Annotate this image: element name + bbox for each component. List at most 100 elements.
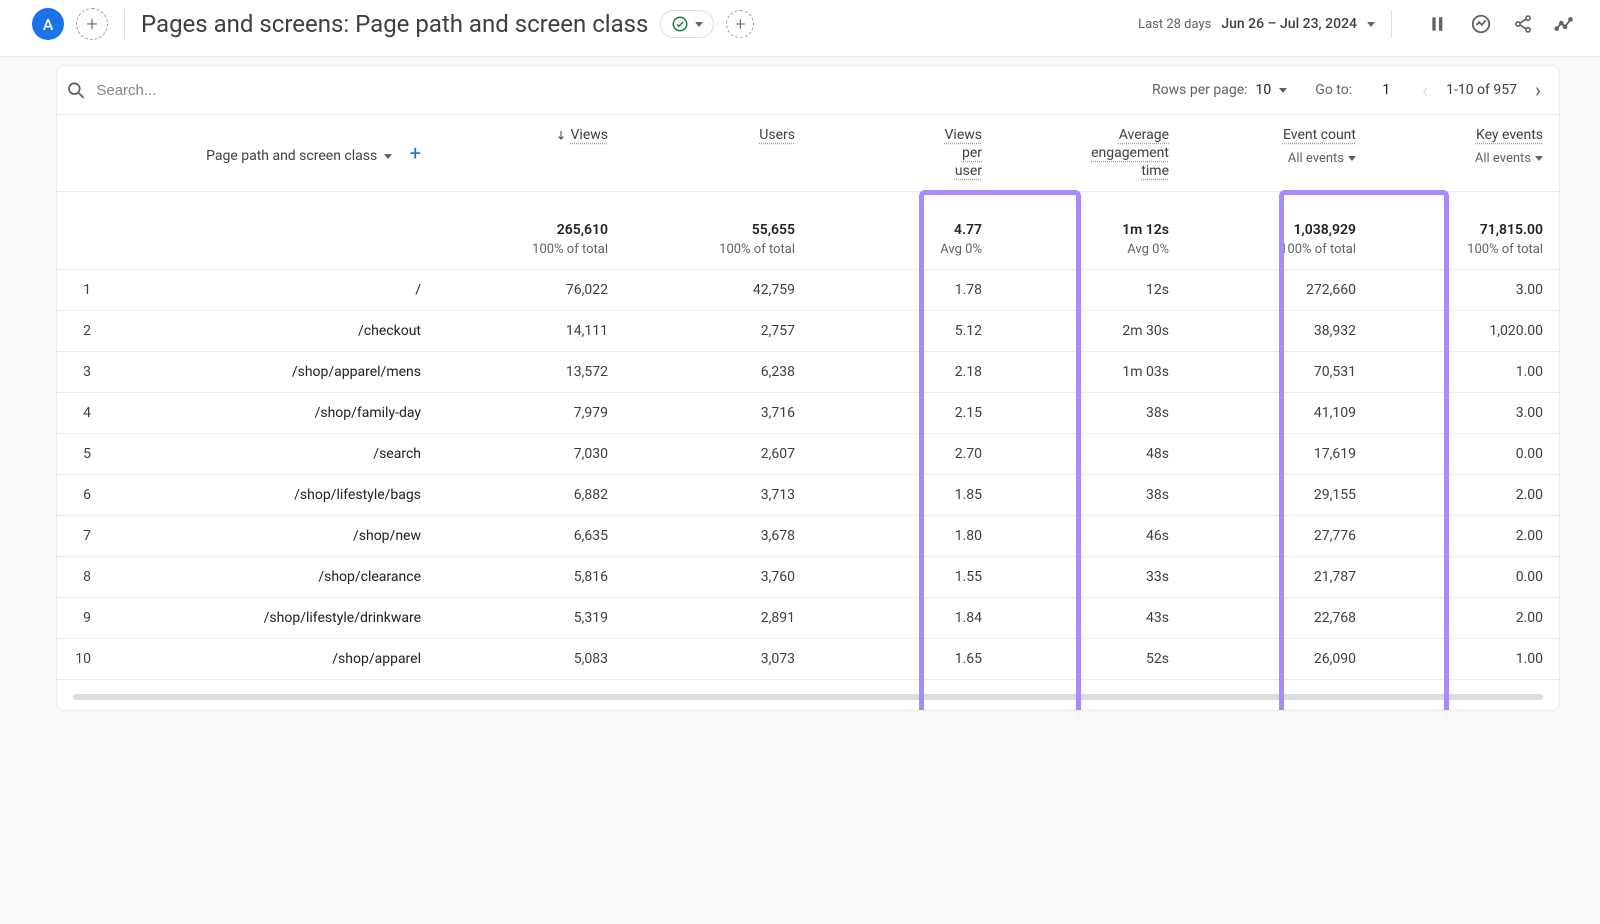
- cell-key-events: 3.00: [1372, 270, 1559, 311]
- cell-views-per-user: 2.18: [811, 352, 998, 393]
- dimension-picker[interactable]: Page path and screen class: [206, 148, 396, 164]
- chevron-down-icon: [384, 154, 392, 159]
- table-row[interactable]: 9/shop/lifestyle/drinkware5,3192,8911.84…: [57, 598, 1559, 639]
- col-header-event-count[interactable]: Event count All events: [1185, 115, 1372, 192]
- arrow-down-icon: [555, 129, 567, 141]
- goto-page-control[interactable]: Go to: 1: [1315, 82, 1390, 98]
- col-header-users[interactable]: Users: [624, 115, 811, 192]
- trend-icon[interactable]: [1554, 13, 1576, 35]
- table-row[interactable]: 6/shop/lifestyle/bags6,8823,7131.8538s29…: [57, 475, 1559, 516]
- col-header-views[interactable]: Views: [437, 115, 624, 192]
- insights-icon[interactable]: [1470, 13, 1492, 35]
- cell-event-count: 272,660: [1185, 270, 1372, 311]
- cell-key-events: 0.00: [1372, 557, 1559, 598]
- table-row[interactable]: 2/checkout14,1112,7575.122m 30s38,9321,0…: [57, 311, 1559, 352]
- cell-users: 2,891: [624, 598, 811, 639]
- table-row[interactable]: 4/shop/family-day7,9793,7162.1538s41,109…: [57, 393, 1559, 434]
- cell-event-count: 22,768: [1185, 598, 1372, 639]
- table-row[interactable]: 5/search7,0302,6072.7048s17,6190.00: [57, 434, 1559, 475]
- row-path: /shop/clearance: [107, 557, 437, 598]
- check-circle-icon: [671, 15, 689, 33]
- cell-key-events: 1.00: [1372, 639, 1559, 680]
- col-header-views-per-user[interactable]: Views per user: [811, 115, 998, 192]
- add-account-button[interactable]: +: [76, 8, 108, 40]
- rows-per-page-picker[interactable]: Rows per page: 10: [1152, 82, 1287, 98]
- row-index: 9: [57, 598, 107, 639]
- divider: [124, 10, 125, 38]
- table-row[interactable]: 10/shop/apparel5,0833,0731.6552s26,0901.…: [57, 639, 1559, 680]
- cell-key-events: 2.00: [1372, 516, 1559, 557]
- chevron-down-icon: [1367, 22, 1375, 27]
- col-header-key-events[interactable]: Key events All events: [1372, 115, 1559, 192]
- table-row[interactable]: 1/76,02242,7591.7812s272,6603.00: [57, 270, 1559, 311]
- cell-avg-engagement: 33s: [998, 557, 1185, 598]
- cell-views-per-user: 1.78: [811, 270, 998, 311]
- cell-views: 14,111: [437, 311, 624, 352]
- row-index: 7: [57, 516, 107, 557]
- cell-event-count: 26,090: [1185, 639, 1372, 680]
- cell-event-count: 70,531: [1185, 352, 1372, 393]
- cell-avg-engagement: 38s: [998, 475, 1185, 516]
- table-row[interactable]: 3/shop/apparel/mens13,5726,2382.181m 03s…: [57, 352, 1559, 393]
- cell-users: 6,238: [624, 352, 811, 393]
- cell-views: 7,979: [437, 393, 624, 434]
- cell-views-per-user: 1.84: [811, 598, 998, 639]
- row-path: /shop/apparel: [107, 639, 437, 680]
- cell-avg-engagement: 2m 30s: [998, 311, 1185, 352]
- row-path: /search: [107, 434, 437, 475]
- row-path: /shop/family-day: [107, 393, 437, 434]
- rows-per-page-label: Rows per page:: [1152, 82, 1247, 98]
- cell-views: 13,572: [437, 352, 624, 393]
- cell-avg-engagement: 12s: [998, 270, 1185, 311]
- row-index: 5: [57, 434, 107, 475]
- row-path: /shop/new: [107, 516, 437, 557]
- cell-avg-engagement: 38s: [998, 393, 1185, 434]
- cell-event-count: 17,619: [1185, 434, 1372, 475]
- next-page-button[interactable]: ›: [1531, 76, 1545, 104]
- row-index: 4: [57, 393, 107, 434]
- cell-users: 3,716: [624, 393, 811, 434]
- cell-users: 2,757: [624, 311, 811, 352]
- table-row[interactable]: 8/shop/clearance5,8163,7601.5533s21,7870…: [57, 557, 1559, 598]
- cell-event-count: 38,932: [1185, 311, 1372, 352]
- search-input[interactable]: [96, 82, 1144, 99]
- cell-event-count: 21,787: [1185, 557, 1372, 598]
- cell-views: 5,319: [437, 598, 624, 639]
- pagination: ‹ 1-10 of 957 ›: [1418, 76, 1545, 104]
- event-count-filter[interactable]: All events: [1288, 151, 1356, 166]
- search-icon: [65, 79, 86, 101]
- cell-event-count: 27,776: [1185, 516, 1372, 557]
- date-range-picker[interactable]: Last 28 days Jun 26 – Jul 23, 2024: [1138, 16, 1375, 32]
- account-avatar[interactable]: A: [32, 8, 64, 40]
- cell-views: 5,083: [437, 639, 624, 680]
- share-icon[interactable]: [1512, 13, 1534, 35]
- row-path: /shop/lifestyle/bags: [107, 475, 437, 516]
- cell-key-events: 0.00: [1372, 434, 1559, 475]
- column-settings-icon[interactable]: [1428, 13, 1450, 35]
- status-chip[interactable]: [660, 10, 714, 38]
- cell-users: 3,678: [624, 516, 811, 557]
- cell-key-events: 3.00: [1372, 393, 1559, 434]
- app-header: A + Pages and screens: Page path and scr…: [0, 0, 1600, 57]
- goto-value: 1: [1360, 82, 1390, 98]
- horizontal-scrollbar[interactable]: [73, 694, 1543, 700]
- cell-views-per-user: 2.15: [811, 393, 998, 434]
- key-events-filter[interactable]: All events: [1475, 151, 1543, 166]
- cell-key-events: 1.00: [1372, 352, 1559, 393]
- goto-label: Go to:: [1315, 82, 1352, 98]
- add-comparison-button[interactable]: +: [726, 10, 754, 38]
- add-dimension-button[interactable]: +: [410, 141, 421, 165]
- chevron-down-icon: [1535, 156, 1543, 161]
- table-row[interactable]: 7/shop/new6,6353,6781.8046s27,7762.00: [57, 516, 1559, 557]
- cell-avg-engagement: 48s: [998, 434, 1185, 475]
- row-path: /: [107, 270, 437, 311]
- report-title: Pages and screens: Page path and screen …: [141, 10, 754, 38]
- col-header-avg-engagement[interactable]: Average engagement time: [998, 115, 1185, 192]
- row-path: /checkout: [107, 311, 437, 352]
- cell-key-events: 2.00: [1372, 598, 1559, 639]
- prev-page-button[interactable]: ‹: [1418, 76, 1432, 104]
- cell-users: 42,759: [624, 270, 811, 311]
- cell-users: 2,607: [624, 434, 811, 475]
- divider: [1391, 10, 1392, 38]
- row-index: 2: [57, 311, 107, 352]
